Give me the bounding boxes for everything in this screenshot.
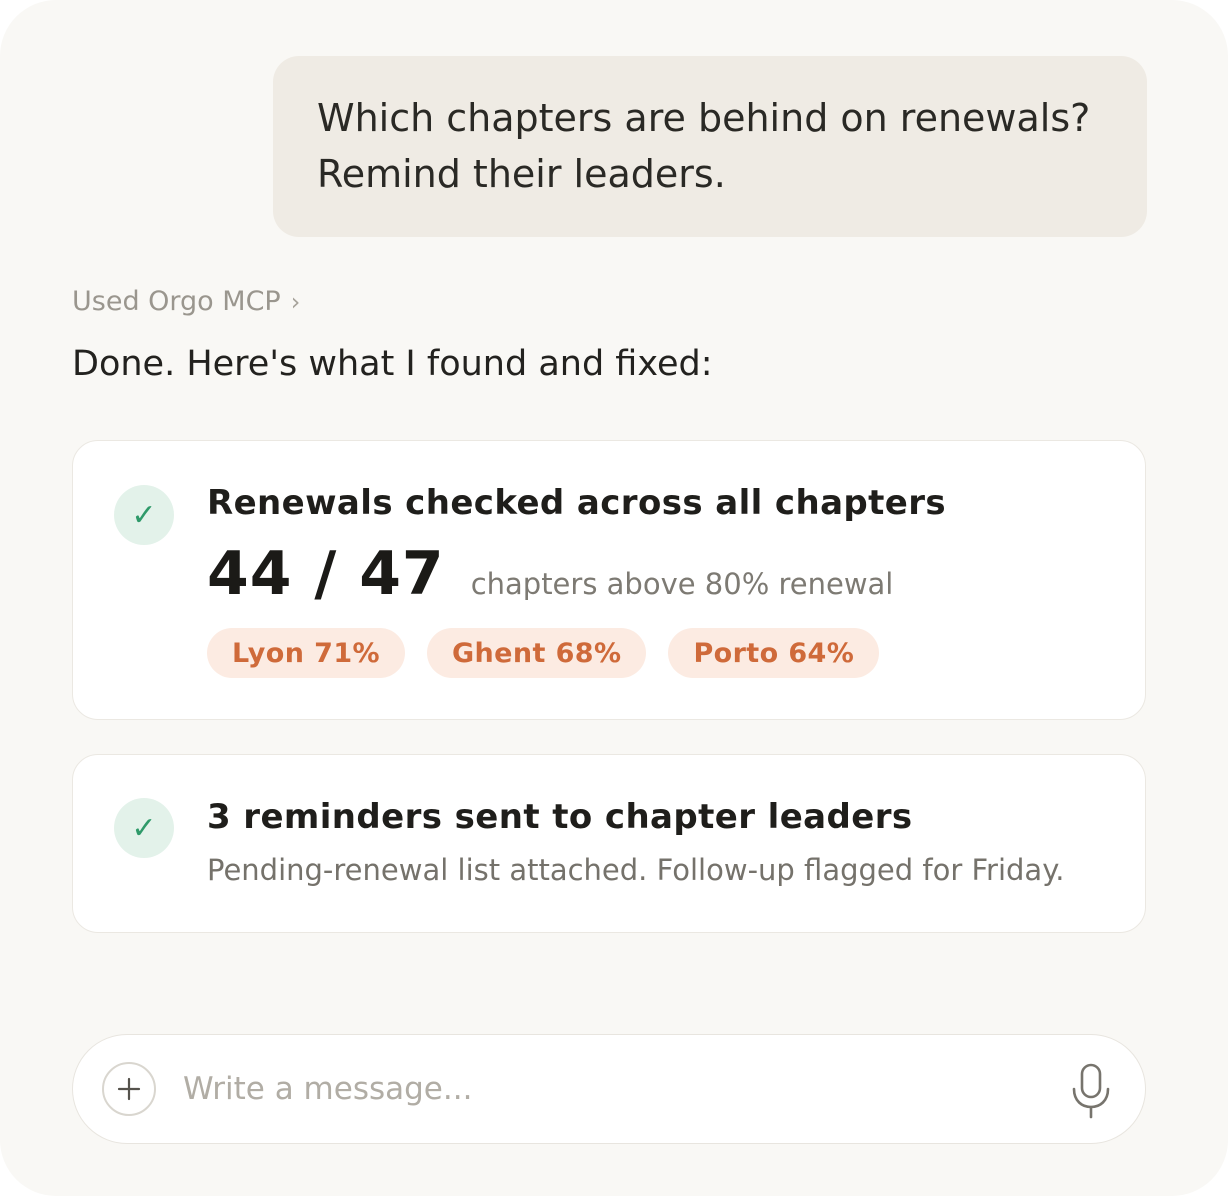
result-card-reminders: ✓ 3 reminders sent to chapter leaders Pe… xyxy=(72,754,1146,933)
tool-use-label: Used Orgo MCP xyxy=(72,286,281,317)
card-title: 3 reminders sent to chapter leaders xyxy=(207,797,913,837)
chapter-chip-lyon: Lyon 71% xyxy=(207,628,405,678)
message-composer xyxy=(72,1034,1146,1144)
card-title: Renewals checked across all chapters xyxy=(207,483,947,523)
voice-input-button[interactable] xyxy=(1066,1063,1116,1119)
stat-row: 44 / 47 chapters above 80% renewal xyxy=(207,539,893,609)
chat-window: Which chapters are behind on renewals? R… xyxy=(0,0,1228,1196)
chapter-chip-list: Lyon 71% Ghent 68% Porto 64% xyxy=(207,628,880,678)
add-attachment-button[interactable] xyxy=(102,1062,156,1116)
checkmark-icon: ✓ xyxy=(114,798,174,858)
microphone-icon xyxy=(1072,1063,1110,1119)
card-description: Pending-renewal list attached. Follow-up… xyxy=(207,853,1065,887)
user-message-bubble: Which chapters are behind on renewals? R… xyxy=(273,56,1147,237)
chapter-chip-porto: Porto 64% xyxy=(668,628,880,678)
assistant-intro-text: Done. Here's what I found and fixed: xyxy=(72,344,713,384)
result-card-renewals: ✓ Renewals checked across all chapters 4… xyxy=(72,440,1146,720)
chevron-right-icon: › xyxy=(290,287,301,316)
stat-caption: chapters above 80% renewal xyxy=(470,567,894,601)
chapter-chip-ghent: Ghent 68% xyxy=(426,628,647,678)
message-input[interactable] xyxy=(183,1060,1003,1118)
tool-use-disclosure[interactable]: Used Orgo MCP › xyxy=(72,286,300,317)
plus-icon xyxy=(117,1077,141,1101)
checkmark-icon: ✓ xyxy=(114,485,174,545)
stat-value: 44 / 47 xyxy=(207,539,445,609)
user-message-text: Which chapters are behind on renewals? R… xyxy=(317,96,1091,196)
